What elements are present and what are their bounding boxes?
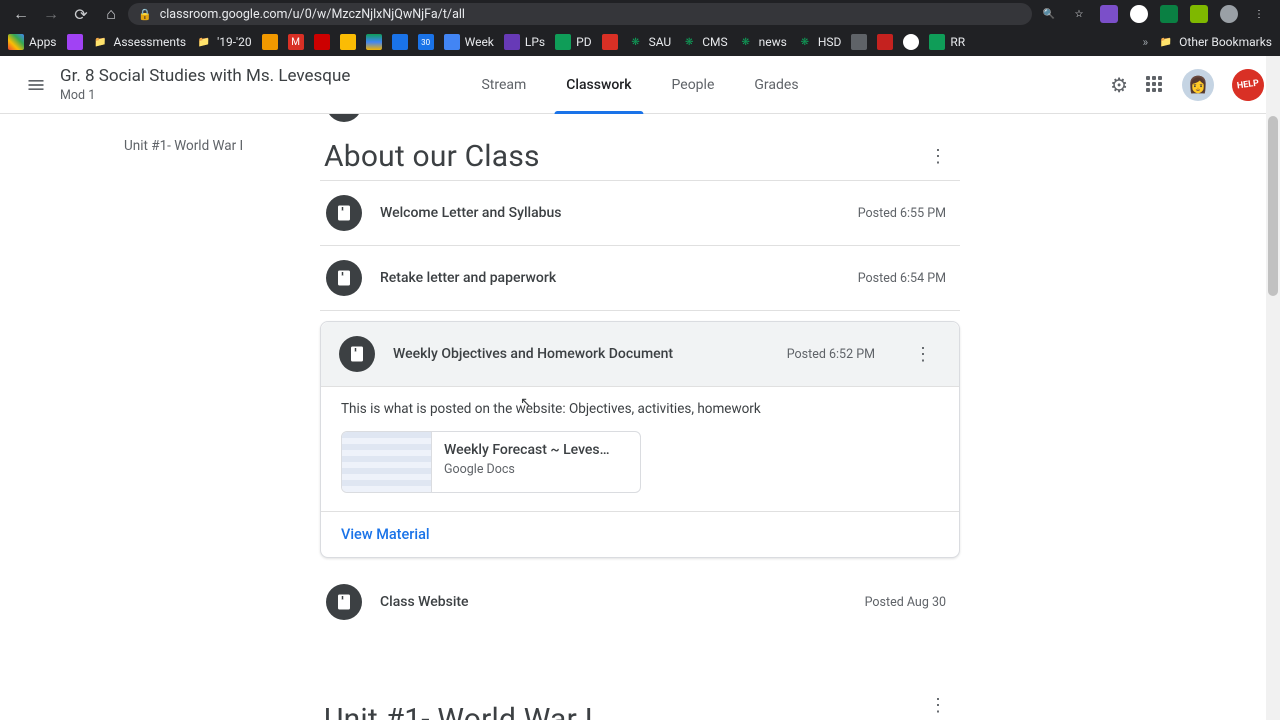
bookmark-item[interactable] bbox=[67, 34, 83, 50]
material-menu[interactable]: ⋮ bbox=[905, 336, 941, 372]
tab-classwork[interactable]: Classwork bbox=[546, 56, 651, 114]
material-icon bbox=[326, 195, 362, 231]
bookmark-item[interactable] bbox=[262, 34, 278, 50]
material-row-expanded[interactable]: Weekly Objectives and Homework Document … bbox=[321, 322, 959, 387]
topic-about-header: About our Class ⋮ bbox=[320, 138, 960, 181]
attachment-type: Google Docs bbox=[444, 462, 610, 477]
class-name: Gr. 8 Social Studies with Ms. Levesque bbox=[60, 66, 350, 86]
bookmark-item[interactable]: M bbox=[288, 34, 304, 50]
ext-2-icon[interactable] bbox=[1130, 5, 1148, 23]
topic-about-title[interactable]: About our Class bbox=[324, 139, 540, 174]
bookmark-item[interactable] bbox=[314, 34, 330, 50]
material-date: Posted 6:55 PM bbox=[858, 206, 946, 221]
bookmark-item[interactable] bbox=[877, 34, 893, 50]
ext-4-icon[interactable] bbox=[1190, 5, 1208, 23]
scrollbar-thumb[interactable] bbox=[1268, 116, 1278, 296]
tab-grades[interactable]: Grades bbox=[734, 56, 818, 114]
bookmark-hsd[interactable]: ❋HSD bbox=[797, 34, 842, 50]
vertical-scrollbar[interactable] bbox=[1266, 56, 1280, 720]
material-description: This is what is posted on the website: O… bbox=[341, 401, 939, 417]
material-row-prev[interactable] bbox=[320, 114, 960, 136]
bookmark-item[interactable] bbox=[903, 34, 919, 50]
attachment-thumb bbox=[342, 432, 432, 492]
bookmark-item[interactable] bbox=[602, 34, 618, 50]
bookmark-lps[interactable]: LPs bbox=[504, 34, 545, 50]
material-row[interactable]: Welcome Letter and Syllabus Posted 6:55 … bbox=[320, 181, 960, 246]
material-icon bbox=[326, 584, 362, 620]
bookmark-item[interactable] bbox=[366, 34, 382, 50]
tab-stream[interactable]: Stream bbox=[461, 56, 546, 114]
material-row[interactable]: Class Website Posted Aug 30 bbox=[320, 570, 960, 634]
bookmark-cms[interactable]: ❋CMS bbox=[681, 34, 727, 50]
material-icon bbox=[326, 260, 362, 296]
bookmark-apps[interactable]: Apps bbox=[8, 34, 57, 50]
material-icon bbox=[339, 336, 375, 372]
reload-icon[interactable]: ⟳ bbox=[72, 5, 90, 23]
account-avatar[interactable]: 👩 bbox=[1182, 69, 1214, 101]
material-date: Posted 6:54 PM bbox=[858, 271, 946, 286]
material-date: Posted Aug 30 bbox=[865, 595, 946, 610]
ext-3-icon[interactable] bbox=[1160, 5, 1178, 23]
lock-icon: 🔒 bbox=[138, 8, 152, 21]
profile-icon[interactable] bbox=[1220, 5, 1238, 23]
bookmark-item[interactable] bbox=[392, 34, 408, 50]
url-text: classroom.google.com/u/0/w/MzczNjlxNjQwN… bbox=[160, 7, 465, 22]
topic-unit1-menu[interactable]: ⋮ bbox=[920, 688, 956, 720]
topic-unit1-header: Unit #1- World War I ⋮ bbox=[320, 674, 960, 720]
view-material-button[interactable]: View Material bbox=[321, 512, 959, 557]
material-row[interactable]: Retake letter and paperwork Posted 6:54 … bbox=[320, 246, 960, 311]
bookmark-rr[interactable]: RR bbox=[929, 34, 965, 50]
class-title-block[interactable]: Gr. 8 Social Studies with Ms. Levesque M… bbox=[60, 66, 350, 103]
main-menu-button[interactable] bbox=[16, 65, 56, 105]
bookmark-item[interactable] bbox=[851, 34, 867, 50]
material-title: Retake letter and paperwork bbox=[380, 270, 840, 286]
attachment[interactable]: Weekly Forecast ~ Leves… Google Docs bbox=[341, 431, 641, 493]
classroom-header: Gr. 8 Social Studies with Ms. Levesque M… bbox=[0, 56, 1280, 114]
material-title: Weekly Objectives and Homework Document bbox=[393, 346, 769, 362]
class-section: Mod 1 bbox=[60, 88, 350, 103]
bookmark-item[interactable] bbox=[340, 34, 356, 50]
material-title: Welcome Letter and Syllabus bbox=[380, 205, 840, 221]
sidebar-topic-unit1[interactable]: Unit #1- World War I bbox=[24, 130, 276, 162]
ext-1-icon[interactable] bbox=[1100, 5, 1118, 23]
help-button[interactable]: HELP bbox=[1230, 66, 1266, 102]
bookmark-1920[interactable]: 📁'19-'20 bbox=[196, 34, 252, 50]
bookmark-week[interactable]: Week bbox=[444, 34, 494, 50]
google-apps-button[interactable] bbox=[1146, 76, 1164, 94]
zoom-icon[interactable]: 🔍 bbox=[1040, 5, 1058, 23]
bookmark-pd[interactable]: PD bbox=[555, 34, 591, 50]
topic-about-menu[interactable]: ⋮ bbox=[920, 138, 956, 174]
material-icon bbox=[326, 114, 362, 122]
bookmark-item[interactable]: 30 bbox=[418, 34, 434, 50]
tab-people[interactable]: People bbox=[652, 56, 735, 114]
bookmark-assessments[interactable]: 📁Assessments bbox=[93, 34, 187, 50]
bookmark-news[interactable]: ❋news bbox=[738, 34, 787, 50]
forward-icon[interactable]: → bbox=[42, 5, 60, 23]
bookmarks-bar: Apps 📁Assessments 📁'19-'20 M 30 Week LPs… bbox=[0, 28, 1280, 56]
settings-button[interactable]: ⚙ bbox=[1110, 73, 1128, 97]
address-bar[interactable]: 🔒 classroom.google.com/u/0/w/MzczNjlxNjQ… bbox=[128, 3, 1032, 25]
topics-sidebar: Unit #1- World War I bbox=[0, 114, 300, 720]
hamburger-icon bbox=[26, 75, 46, 95]
bookmarks-overflow-icon[interactable]: » bbox=[1143, 35, 1149, 49]
home-icon[interactable]: ⌂ bbox=[102, 5, 120, 23]
material-date: Posted 6:52 PM bbox=[787, 347, 875, 362]
nav-tabs: Stream Classwork People Grades bbox=[461, 56, 818, 114]
back-icon[interactable]: ← bbox=[12, 5, 30, 23]
material-title: Class Website bbox=[380, 594, 847, 610]
material-expanded-card: Weekly Objectives and Homework Document … bbox=[320, 321, 960, 558]
star-icon[interactable]: ☆ bbox=[1070, 5, 1088, 23]
bookmark-sau[interactable]: ❋SAU bbox=[628, 34, 672, 50]
topic-unit1-title[interactable]: Unit #1- World War I bbox=[324, 702, 593, 720]
classwork-main: About our Class ⋮ Welcome Letter and Syl… bbox=[320, 114, 960, 720]
chrome-menu-icon[interactable]: ⋮ bbox=[1250, 5, 1268, 23]
attachment-title: Weekly Forecast ~ Leves… bbox=[444, 442, 610, 458]
other-bookmarks[interactable]: 📁Other Bookmarks bbox=[1158, 34, 1272, 50]
browser-chrome: ← → ⟳ ⌂ 🔒 classroom.google.com/u/0/w/Mzc… bbox=[0, 0, 1280, 56]
